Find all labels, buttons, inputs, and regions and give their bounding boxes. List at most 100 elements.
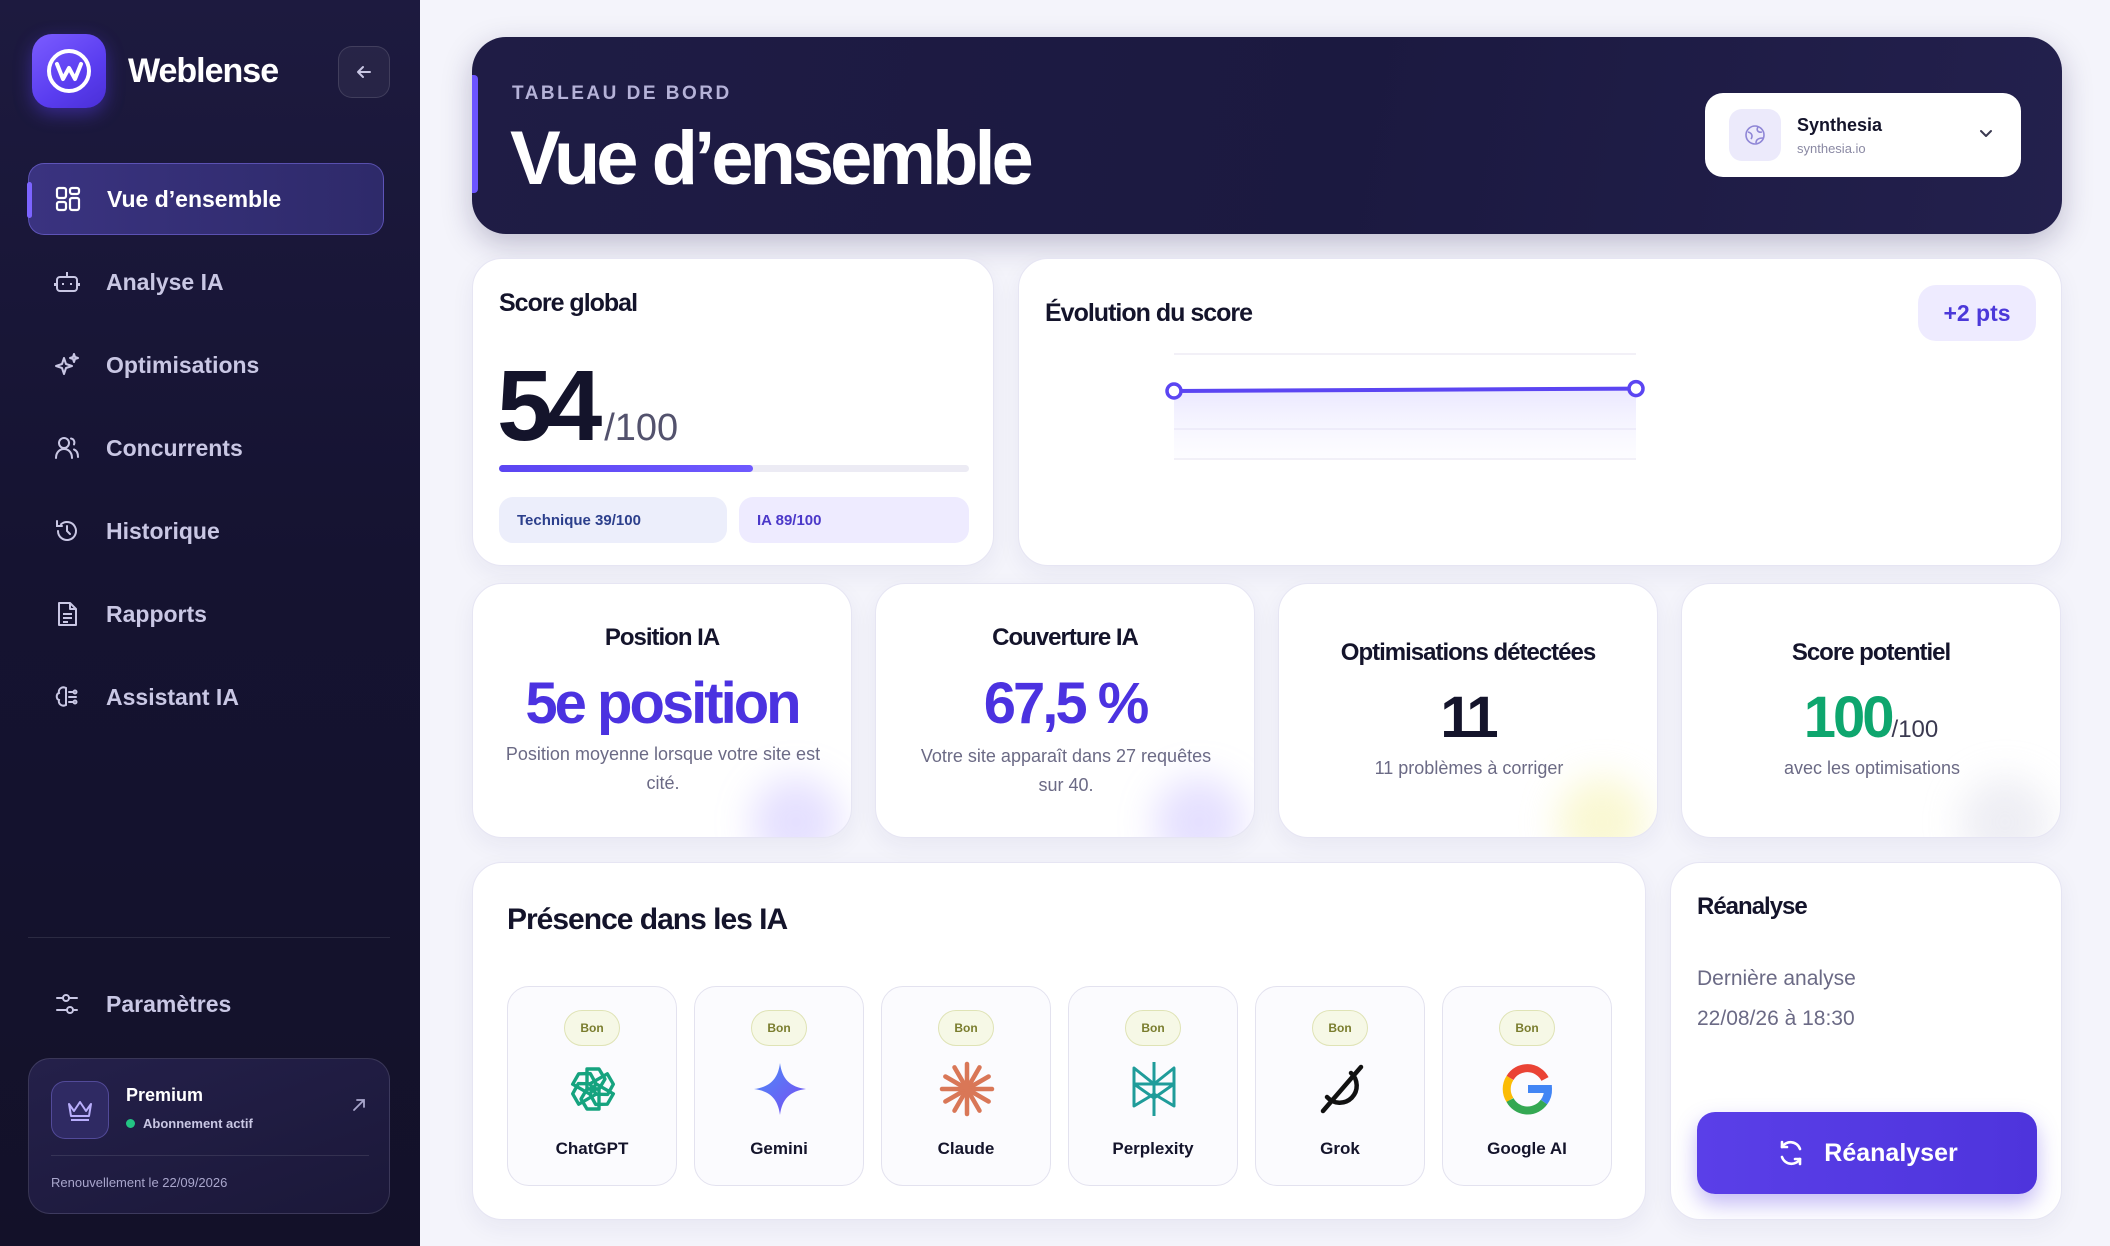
kpi-value: 5e position [525, 671, 801, 736]
chart-point [1165, 382, 1183, 400]
status-dot [126, 1119, 135, 1128]
sidebar-divider [28, 937, 390, 938]
reanalyse-button-label: Réanalyser [1824, 1138, 1958, 1167]
reanalyse-card: Réanalyse Dernière analyse 22/08/26 à 18… [1670, 862, 2062, 1220]
score-number: 54 [497, 350, 602, 462]
chart-point [1627, 379, 1645, 398]
kpi-value: 67,5 % [983, 671, 1150, 736]
kpi-card-optimisations: Optimisations détectées 11 11 problèmes … [1278, 583, 1658, 838]
sidebar-item-label: Concurrents [106, 434, 243, 461]
sidebar-item-competitors[interactable]: Concurrents [28, 412, 384, 484]
crown-icon [51, 1081, 109, 1139]
header-accent-bar [472, 75, 478, 193]
kpi-title: Couverture IA [992, 624, 1139, 651]
ai-tile-perplexity[interactable]: Bon Perplexity [1068, 986, 1238, 1186]
sidebar-item-label: Rapports [106, 600, 207, 627]
sidebar-item-settings[interactable]: Paramètres [28, 968, 384, 1040]
renewal-date: Renouvellement le 22/09/2026 [51, 1175, 228, 1190]
status-badge: Bon [751, 1010, 807, 1046]
users-icon [52, 433, 82, 463]
ai-presence-title: Présence dans les IA [507, 903, 788, 936]
chatgpt-icon [563, 1059, 623, 1119]
ai-name: Gemini [750, 1139, 808, 1158]
global-score-title: Score global [499, 289, 638, 317]
brand-name: Weblense [128, 51, 279, 90]
sidebar-item-label: Vue d’ensemble [107, 185, 282, 212]
score-progress-fill [499, 465, 753, 472]
sidebar-item-optimisations[interactable]: Optimisations [28, 329, 384, 401]
sidebar-item-label: Assistant IA [106, 683, 239, 710]
last-analysis-label: Dernière analyse [1697, 967, 1856, 990]
grok-icon [1311, 1059, 1371, 1119]
potential-score-suffix: /100 [1891, 716, 1939, 743]
document-icon [52, 599, 82, 629]
sliders-icon [52, 989, 82, 1019]
arrow-up-right-icon[interactable] [351, 1097, 367, 1118]
claude-icon [937, 1059, 997, 1119]
ai-name: ChatGPT [555, 1139, 629, 1158]
ai-tile-google-ai[interactable]: Bon Google AI [1442, 986, 1612, 1186]
reanalyse-title: Réanalyse [1697, 893, 1808, 920]
kpi-subtitle: avec les optimisations [1783, 758, 1961, 778]
brain-icon [52, 682, 82, 712]
kpi-card-ai-position: Position IA 5e position Position moyenne… [472, 583, 852, 838]
kpi-card-potential-score: Score potentiel 100/100 avec les optimis… [1681, 583, 2061, 838]
kpi-glow [1557, 777, 1647, 837]
site-globe-icon [1729, 109, 1781, 161]
sidebar-settings: Paramètres [28, 968, 384, 1051]
sidebar-item-assistant[interactable]: Assistant IA [28, 661, 384, 733]
google-icon [1498, 1059, 1558, 1119]
sidebar-item-label: Optimisations [106, 351, 260, 378]
status-badge: Bon [564, 1010, 620, 1046]
status-badge: Bon [1312, 1010, 1368, 1046]
subscription-status: Abonnement actif [126, 1116, 253, 1131]
ai-name: Grok [1320, 1139, 1360, 1158]
sidebar-nav: Vue d’ensemble Analyse IA Optimisations … [27, 163, 384, 744]
last-analysis-date: 22/08/26 à 18:30 [1697, 1007, 1855, 1030]
chevron-down-icon [1977, 124, 1995, 147]
premium-title: Premium [126, 1085, 204, 1105]
chart-series-line [1172, 386, 1638, 393]
ai-tile-gemini[interactable]: Bon Gemini [694, 986, 864, 1186]
sidebar: Weblense Vue d’ensemble Analyse IA Optim… [0, 0, 420, 1246]
subscription-status-label: Abonnement actif [143, 1116, 253, 1131]
sidebar-item-ai-analysis[interactable]: Analyse IA [28, 246, 384, 318]
premium-card[interactable]: Premium Abonnement actif Renouvellement … [28, 1058, 390, 1214]
site-name: Synthesia [1797, 114, 1883, 135]
kpi-title: Score potentiel [1791, 639, 1951, 666]
reanalyse-button[interactable]: Réanalyser [1697, 1112, 2037, 1194]
history-icon [52, 516, 82, 546]
score-max: /100 [604, 407, 679, 449]
ai-name: Perplexity [1112, 1139, 1194, 1158]
robot-icon [52, 267, 82, 297]
status-badge: Bon [1499, 1010, 1555, 1046]
kpi-card-ai-coverage: Couverture IA 67,5 % Votre site apparaît… [875, 583, 1255, 838]
kpi-subtitle: 11 problèmes à corriger [1374, 758, 1564, 778]
sidebar-item-label: Analyse IA [106, 268, 224, 295]
ai-tile-claude[interactable]: Bon Claude [881, 986, 1051, 1186]
collapse-sidebar-button[interactable] [338, 46, 390, 98]
sidebar-item-reports[interactable]: Rapports [28, 578, 384, 650]
ia-score-pill: IA 89/100 [739, 497, 969, 543]
sidebar-item-history[interactable]: Historique [28, 495, 384, 567]
ai-name: Google AI [1487, 1139, 1567, 1158]
ai-presence-card: Présence dans les IA Bon ChatGPT Bon Gem… [472, 862, 1646, 1220]
brand[interactable]: Weblense [32, 34, 279, 108]
sidebar-item-label: Paramètres [106, 990, 232, 1017]
site-text: Synthesia synthesia.io [1797, 115, 1882, 156]
weblense-logo-icon [32, 34, 106, 108]
ai-tile-grok[interactable]: Bon Grok [1255, 986, 1425, 1186]
page-title: Vue d’ensemble [510, 116, 1034, 201]
page-header: TABLEAU DE BORD Vue d’ensemble Synthesia… [472, 37, 2062, 234]
sidebar-item-overview[interactable]: Vue d’ensemble [27, 163, 384, 235]
sparkles-icon [52, 350, 82, 380]
arrow-left-icon [357, 66, 371, 78]
status-badge: Bon [938, 1010, 994, 1046]
ai-tile-chatgpt[interactable]: Bon ChatGPT [507, 986, 677, 1186]
site-selector[interactable]: Synthesia synthesia.io [1705, 93, 2021, 177]
ai-name: Claude [937, 1139, 995, 1158]
kpi-title: Position IA [604, 624, 720, 651]
chart-area [1174, 388, 1636, 459]
technique-score-pill: Technique 39/100 [499, 497, 727, 543]
potential-score-number: 100 [1803, 685, 1895, 750]
